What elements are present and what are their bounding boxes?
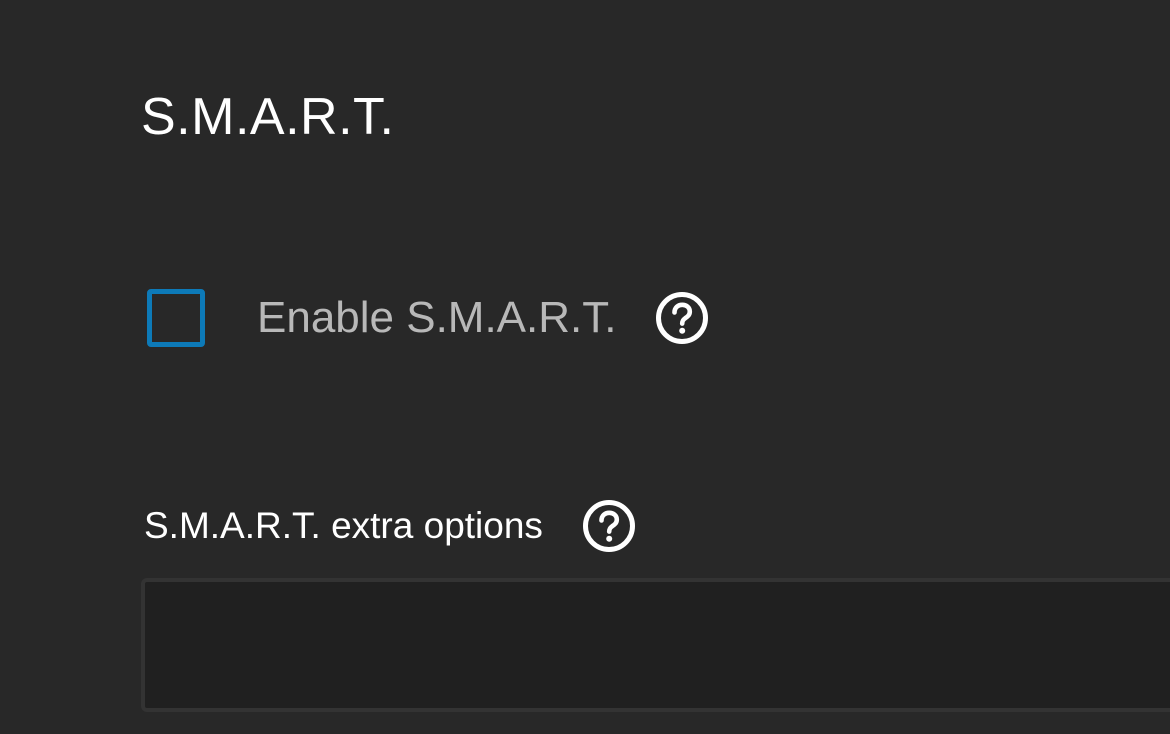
extra-options-input[interactable] (141, 578, 1170, 712)
help-circle-icon-glyph (582, 500, 635, 552)
help-circle-icon-glyph (656, 292, 709, 344)
enable-smart-label[interactable]: Enable S.M.A.R.T. (257, 285, 616, 351)
extra-options-label: S.M.A.R.T. extra options (144, 505, 543, 546)
smart-settings-panel: S.M.A.R.T. Enable S.M.A.R.T. S.M.A.R.T. … (0, 0, 1170, 734)
help-circle-icon[interactable] (581, 498, 637, 554)
extra-options-label-row: S.M.A.R.T. extra options (144, 498, 637, 554)
help-circle-icon[interactable] (654, 290, 710, 346)
enable-smart-checkbox[interactable] (147, 289, 205, 347)
section-title: S.M.A.R.T. (141, 88, 395, 146)
enable-smart-row: Enable S.M.A.R.T. (147, 285, 710, 351)
